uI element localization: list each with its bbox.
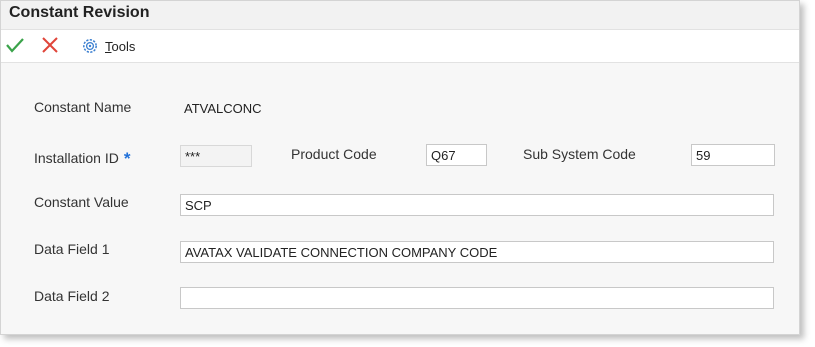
sub-system-code-field[interactable]: 59 — [691, 144, 775, 166]
data-field-2-label: Data Field 2 — [34, 288, 110, 304]
data-field-1-label: Data Field 1 — [34, 241, 110, 257]
tools-menu-button[interactable]: Tools — [105, 39, 135, 54]
title-bar: Constant Revision — [1, 1, 799, 29]
close-icon[interactable] — [41, 36, 59, 59]
check-icon[interactable] — [5, 36, 25, 59]
data-field-2-input[interactable] — [180, 287, 774, 309]
gear-icon[interactable] — [81, 37, 99, 60]
product-code-label: Product Code — [291, 146, 377, 162]
constant-value-field[interactable]: SCP — [180, 194, 774, 216]
installation-id-label-text: Installation ID — [34, 150, 119, 166]
installation-id-label: Installation ID * — [34, 148, 130, 168]
product-code-field[interactable]: Q67 — [426, 144, 487, 166]
data-field-1-input[interactable]: AVATAX VALIDATE CONNECTION COMPANY CODE — [180, 241, 774, 263]
constant-value-label: Constant Value — [34, 194, 129, 210]
sub-system-code-label: Sub System Code — [523, 146, 636, 162]
constant-name-label: Constant Name — [34, 99, 132, 115]
tools-label: ools — [111, 39, 136, 54]
installation-id-field[interactable]: *** — [180, 145, 252, 167]
constant-revision-window: Constant Revision Tools Constant Name AT… — [0, 0, 800, 335]
toolbar: Tools — [1, 29, 799, 63]
window-title: Constant Revision — [9, 4, 150, 21]
constant-name-field: ATVALCONC — [184, 101, 262, 116]
required-indicator: * — [123, 149, 131, 168]
